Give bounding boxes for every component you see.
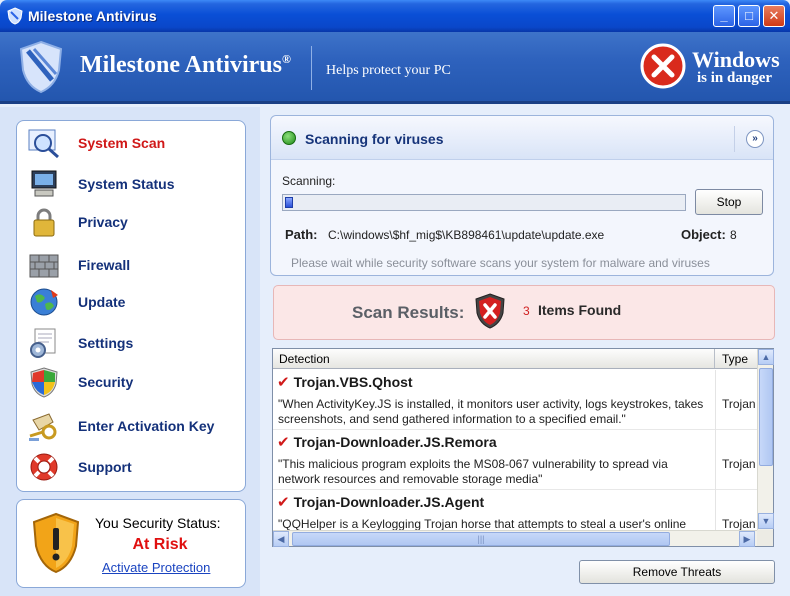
lifebuoy-icon: [30, 453, 58, 481]
sidebar-item-label: Privacy: [78, 214, 128, 230]
danger-x-icon: [640, 43, 686, 89]
table-row[interactable]: ✔ Trojan.VBS.Qhost "When ActivityKey.JS i…: [273, 370, 757, 430]
threat-type: Trojan: [722, 397, 756, 411]
sidebar-item-label: Support: [78, 459, 132, 475]
horizontal-scrollbar[interactable]: ◀ ||| ▶: [273, 530, 757, 547]
scan-panel-title: Scanning for viruses: [305, 131, 444, 147]
column-header-detection[interactable]: Detection: [273, 349, 715, 368]
scan-panel-header: Scanning for viruses »: [271, 116, 773, 160]
sidebar-item-firewall[interactable]: Firewall: [25, 246, 240, 284]
check-mark-icon: ✔: [277, 494, 290, 511]
threat-type: Trojan: [722, 517, 756, 530]
threat-type: Trojan: [722, 457, 756, 471]
stop-button[interactable]: Stop: [695, 189, 763, 215]
scanning-label: Scanning:: [282, 174, 336, 188]
column-divider: [715, 430, 716, 490]
threat-count: 3: [523, 304, 530, 318]
sidebar-item-support[interactable]: Support: [25, 448, 240, 486]
danger-subtitle: is in danger: [697, 70, 773, 86]
header-divider: [311, 46, 312, 90]
sidebar-nav: System Scan System Status Privacy Firewa…: [16, 120, 246, 492]
sidebar-item-label: System Scan: [78, 135, 166, 151]
status-dot-icon: [282, 131, 296, 145]
table-body: ✔ Trojan.VBS.Qhost "When ActivityKey.JS i…: [273, 370, 757, 530]
table-header: Detection Type: [273, 349, 757, 369]
shield-app-icon: [7, 7, 23, 25]
sidebar-item-system-status[interactable]: System Status: [25, 165, 240, 203]
column-divider: [715, 370, 716, 430]
window-title: Milestone Antivirus: [28, 8, 157, 24]
vertical-scroll-thumb[interactable]: [759, 368, 773, 466]
horizontal-scroll-thumb[interactable]: |||: [292, 532, 670, 546]
sidebar-item-label: System Status: [78, 176, 175, 192]
table-row[interactable]: ✔ Trojan-Downloader.JS.Agent "QQHelper is…: [273, 490, 757, 530]
header-separator: [734, 126, 735, 152]
check-mark-icon: ✔: [277, 434, 290, 451]
threat-description: "This malicious program exploits the MS0…: [278, 457, 668, 486]
sidebar-item-update[interactable]: Update: [25, 283, 240, 321]
scrollbar-corner: [757, 530, 773, 546]
items-found-label: Items Found: [538, 302, 622, 318]
header-banner: Milestone Antivirus® Helps protect your …: [0, 32, 790, 104]
vertical-scrollbar[interactable]: ▲ ▼: [757, 349, 774, 530]
sidebar-item-settings[interactable]: Settings: [25, 324, 240, 362]
maximize-button[interactable]: □: [738, 5, 760, 27]
sidebar-item-label: Enter Activation Key: [78, 418, 215, 434]
shield-logo-icon: [19, 40, 63, 94]
scroll-right-icon[interactable]: ▶: [739, 531, 755, 547]
scan-results-label: Scan Results:: [352, 303, 465, 322]
collapse-icon[interactable]: »: [746, 130, 764, 148]
object-label: Object:: [681, 227, 726, 242]
globe-icon: [30, 288, 58, 316]
check-mark-icon: ✔: [277, 374, 290, 391]
threat-name: ✔ Trojan-Downloader.JS.Remora: [277, 434, 497, 451]
security-status-value: At Risk: [132, 536, 188, 553]
sidebar-item-label: Settings: [78, 335, 134, 351]
minimize-button[interactable]: _: [713, 5, 735, 27]
threat-description: "QQHelper is a Keylogging Trojan horse t…: [278, 517, 687, 530]
threat-shield-icon: [475, 293, 505, 329]
close-button[interactable]: ✕: [763, 5, 785, 27]
threat-name: ✔ Trojan.VBS.Qhost: [277, 374, 413, 391]
object-value: 8: [730, 228, 737, 242]
activate-protection-link[interactable]: Activate Protection: [102, 560, 210, 575]
sidebar-item-label: Firewall: [78, 257, 131, 273]
security-status-box: You Security Status: At Risk Activate Pr…: [16, 499, 246, 588]
security-status-title: You Security Status:: [95, 515, 221, 531]
windows-shield-icon: [30, 367, 58, 398]
title-bar[interactable]: Milestone Antivirus _ □ ✕: [0, 0, 790, 32]
scan-panel: Scanning for viruses » Scanning: Stop Pa…: [270, 115, 774, 276]
column-divider: [715, 490, 716, 530]
column-header-type[interactable]: Type: [716, 349, 757, 368]
brand-name: Milestone Antivirus®: [80, 52, 291, 78]
sidebar-item-privacy[interactable]: Privacy: [25, 203, 240, 241]
sidebar-item-security[interactable]: Security: [25, 363, 240, 401]
scroll-left-icon[interactable]: ◀: [273, 531, 289, 547]
tagline: Helps protect your PC: [326, 63, 451, 78]
sidebar-item-system-scan[interactable]: System Scan: [25, 124, 240, 162]
sidebar-item-label: Security: [78, 374, 134, 390]
brick-wall-icon: [29, 254, 59, 278]
wait-message: Please wait while security software scan…: [291, 256, 710, 270]
scan-progress-fill: [285, 197, 293, 208]
magnifier-scan-icon: [28, 129, 59, 159]
scroll-down-icon[interactable]: ▼: [758, 513, 774, 529]
path-label: Path:: [285, 227, 318, 242]
threats-table: Detection Type ✔ Trojan.VBS.Qhost "When A…: [272, 348, 774, 547]
key-hand-icon: [29, 413, 57, 441]
padlock-icon: [33, 208, 55, 237]
table-row[interactable]: ✔ Trojan-Downloader.JS.Remora "This malic…: [273, 430, 757, 490]
sidebar-item-label: Update: [78, 294, 126, 310]
danger-title: Windows: [692, 47, 780, 72]
scan-results-box: Scan Results: 3 Items Found: [273, 285, 775, 340]
computer-icon: [31, 170, 57, 197]
threat-name: ✔ Trojan-Downloader.JS.Agent: [277, 494, 485, 511]
remove-threats-button[interactable]: Remove Threats: [579, 560, 775, 584]
scan-progress-bar: [282, 194, 686, 211]
gear-document-icon: [30, 328, 56, 358]
scroll-up-icon[interactable]: ▲: [758, 349, 774, 365]
path-value: C:\windows\$hf_mig$\KB898461\update\upda…: [328, 228, 605, 242]
sidebar-item-enter-activation-key[interactable]: Enter Activation Key: [25, 407, 240, 445]
threat-description: "When ActivityKey.JS is installed, it mo…: [278, 397, 704, 426]
